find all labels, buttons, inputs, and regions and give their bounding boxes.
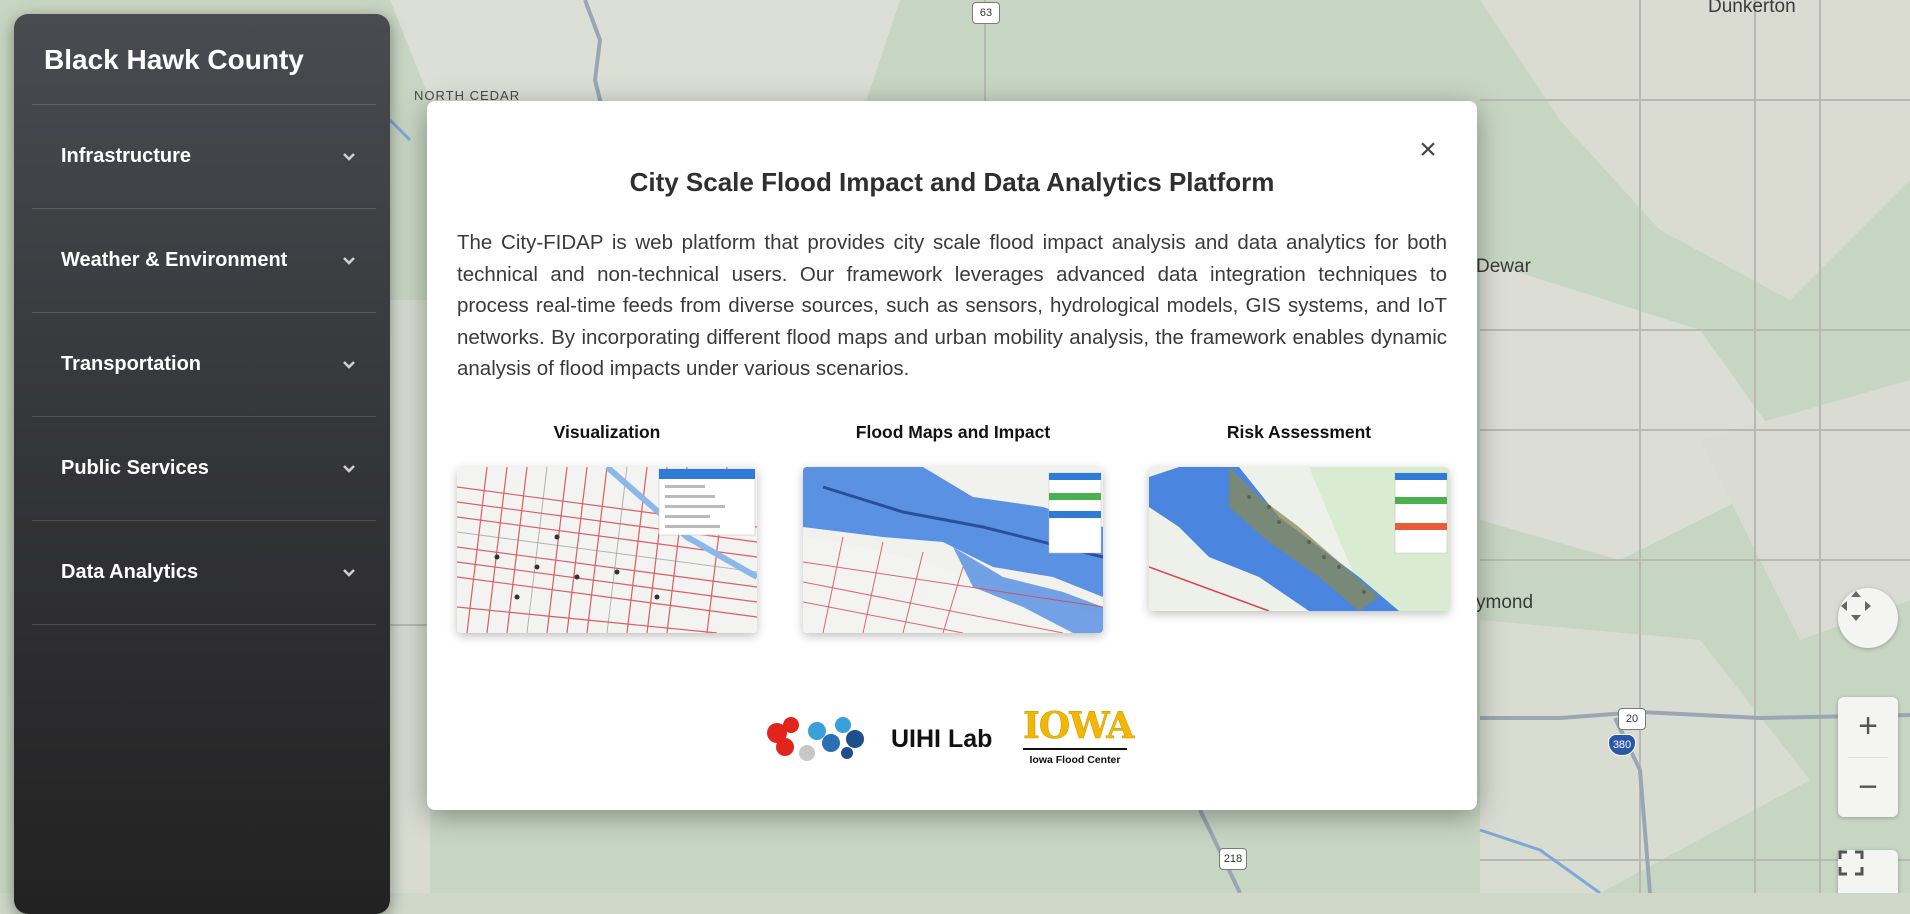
sidebar-item-label: Data Analytics	[61, 561, 199, 583]
partner-logos: UIHI Lab IOWA Iowa Flood Center	[763, 701, 1163, 771]
zoom-control: + −	[1838, 697, 1898, 817]
uihi-molecule-icon	[767, 717, 864, 761]
iowa-flood-center-text: Iowa Flood Center	[1029, 754, 1121, 766]
modal-title: City Scale Flood Impact and Data Analyti…	[629, 167, 1275, 197]
sidebar-item-infrastructure[interactable]: Infrastructure	[14, 105, 390, 208]
sidebar-item-label: Infrastructure	[61, 145, 192, 167]
zoom-out-button[interactable]: −	[1838, 757, 1898, 817]
feature-card-risk-assessment[interactable]: Risk Assessment	[1149, 417, 1449, 611]
us-218-shield: 218	[1219, 848, 1247, 870]
iowa-flood-center-logo: IOWA Iowa Flood Center	[1023, 705, 1135, 771]
feature-card-flood-maps[interactable]: Flood Maps and Impact	[803, 417, 1103, 633]
modal-description: The City-FIDAP is web platform that prov…	[457, 231, 1447, 380]
zoom-in-button[interactable]: +	[1838, 697, 1898, 757]
fullscreen-icon	[1838, 850, 1864, 876]
map-label-raymond: ymond	[1476, 592, 1534, 613]
fullscreen-button[interactable]	[1838, 850, 1898, 893]
intro-modal: × City Scale Flood Impact and Data Analy…	[427, 101, 1477, 810]
flood-maps-thumbnail	[803, 467, 1103, 633]
sidebar: Black Hawk County Infrastructure Weather…	[14, 14, 390, 914]
visualization-thumbnail	[457, 467, 757, 633]
feature-title: Risk Assessment	[1226, 422, 1372, 442]
sidebar-item-label: Weather & Environment	[61, 249, 288, 271]
risk-assessment-thumbnail	[1149, 467, 1449, 611]
chevron-down-icon	[343, 256, 355, 265]
chevron-down-icon	[343, 568, 355, 577]
sidebar-divider	[32, 624, 376, 625]
sidebar-item-label: Transportation	[61, 353, 202, 375]
us-63-shield: 63	[972, 2, 1000, 24]
uihi-lab-text: UIHI Lab	[891, 725, 993, 753]
map-label-dewar: Dewar	[1476, 256, 1531, 277]
feature-cards: Visualization Flood Maps and Impact Risk…	[457, 417, 1449, 637]
map-label-dunkerton: Dunkerton	[1708, 0, 1796, 17]
move-arrows-icon	[1841, 591, 1871, 621]
chevron-down-icon	[343, 152, 355, 161]
sidebar-item-weather-environment[interactable]: Weather & Environment	[14, 209, 390, 312]
feature-title: Flood Maps and Impact	[855, 422, 1051, 442]
iowa-logo-rule	[1023, 748, 1127, 750]
sidebar-item-data-analytics[interactable]: Data Analytics	[14, 521, 390, 624]
chevron-down-icon	[343, 360, 355, 369]
sidebar-item-public-services[interactable]: Public Services	[14, 417, 390, 520]
iowa-wordmark: IOWA	[1023, 705, 1135, 747]
sidebar-title: Black Hawk County	[44, 44, 304, 75]
close-icon[interactable]: ×	[1413, 135, 1443, 165]
pan-control[interactable]	[1838, 588, 1898, 648]
uihi-lab-logo: UIHI Lab	[763, 709, 993, 769]
feature-card-visualization[interactable]: Visualization	[457, 417, 757, 633]
sidebar-item-label: Public Services	[61, 457, 209, 479]
sidebar-item-transportation[interactable]: Transportation	[14, 313, 390, 416]
feature-title: Visualization	[553, 422, 661, 442]
us-20-shield: 20	[1618, 708, 1646, 730]
chevron-down-icon	[343, 464, 355, 473]
